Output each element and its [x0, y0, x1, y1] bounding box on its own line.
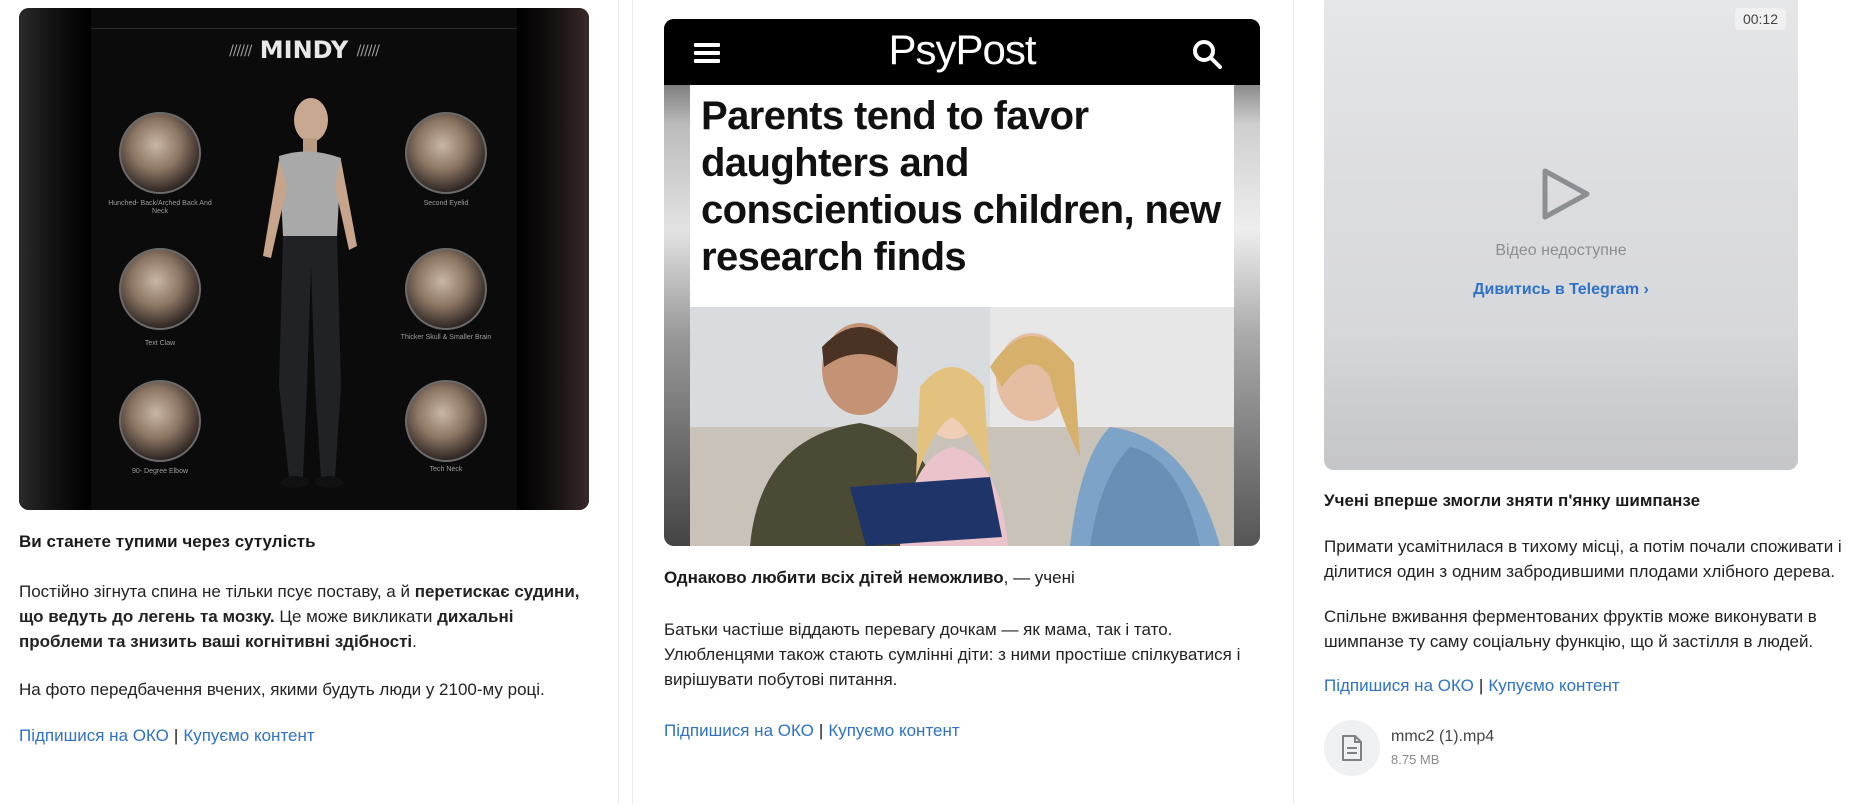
subscribe-link[interactable]: Підпишися на ОКО — [664, 721, 814, 740]
thicker-skull-thumbnail — [405, 248, 487, 330]
post-image-mindy[interactable]: ////// MINDY ////// Hunched- Back/Arched… — [19, 8, 589, 510]
column-divider-2 — [632, 0, 633, 804]
psypost-header: PsyPost — [664, 19, 1260, 85]
post-image-psypost[interactable]: PsyPost Parents tend to favor daughters … — [664, 19, 1260, 546]
link-separator: | — [173, 726, 179, 745]
family-illustration — [690, 307, 1234, 546]
file-size: 8.75 MB — [1391, 752, 1440, 767]
post-links: Підпишися на ОКО | Купуємо контент — [19, 726, 315, 746]
second-eyelid-label: Second Eyelid — [423, 200, 469, 207]
psypost-logo: PsyPost — [888, 26, 1036, 73]
search-icon — [1193, 40, 1222, 69]
play-icon[interactable] — [1537, 165, 1593, 223]
psypost-headline: Parents tend to favor daughters and cons… — [701, 94, 1221, 279]
link-separator: | — [818, 721, 824, 740]
post-paragraph: Примати усамітнилася в тихому місці, а п… — [1324, 537, 1842, 581]
hunched-back-label: Hunched- Back/Arched Back And Neck — [108, 200, 212, 215]
text-claw-thumbnail — [119, 248, 201, 330]
buy-content-link[interactable]: Купуємо контент — [1488, 676, 1619, 695]
post-links: Підпишися на ОКО | Купуємо контент — [1324, 676, 1620, 696]
mindy-brand: ////// MINDY ////// — [229, 36, 380, 64]
open-in-telegram-link[interactable]: Дивитись в Telegram › — [1324, 281, 1798, 299]
video-unavailable-text: Відео недоступне — [1495, 242, 1627, 259]
text-claw-label: Text Claw — [144, 340, 176, 347]
second-eyelid-thumbnail — [405, 112, 487, 194]
post-title: Однаково любити всіх дітей неможливо, — … — [664, 568, 1075, 587]
file-name[interactable]: mmc2 (1).mp4 — [1391, 728, 1494, 746]
buy-content-link[interactable]: Купуємо контент — [828, 721, 959, 740]
post-title: Учені вперше змогли зняти п'янку шимпанз… — [1324, 491, 1701, 510]
mindy-panel: ////// MINDY ////// Hunched- Back/Arched… — [91, 8, 517, 510]
psypost-article: Parents tend to favor daughters and cons… — [690, 85, 1234, 307]
file-attachment[interactable]: mmc2 (1).mp4 8.75 MB — [1324, 720, 1724, 780]
buy-content-link[interactable]: Купуємо контент — [183, 726, 314, 745]
file-icon[interactable] — [1324, 720, 1380, 776]
elbow-label: 90- Degree Elbow — [131, 468, 189, 475]
post-title: Ви станете тупими через сутулість — [19, 532, 316, 551]
column-divider-3 — [1293, 0, 1294, 804]
post-links: Підпишися на ОКО | Купуємо контент — [664, 721, 960, 741]
video-duration: 00:12 — [1734, 8, 1786, 30]
post-paragraph: Батьки частіше віддають перевагу дочкам … — [664, 620, 1241, 689]
elbow-thumbnail — [119, 380, 201, 462]
tech-neck-thumbnail — [405, 380, 487, 462]
thicker-skull-label: Thicker Skull & Smaller Brain — [400, 334, 492, 341]
subscribe-link[interactable]: Підпишися на ОКО — [1324, 676, 1474, 695]
link-separator: | — [1478, 676, 1484, 695]
column-divider-1 — [618, 0, 619, 804]
post-paragraph: Спільне вживання ферментованих фруктів м… — [1324, 607, 1817, 651]
mindy-figure — [263, 98, 357, 488]
tech-neck-label: Tech Neck — [429, 466, 463, 473]
post-paragraph: На фото передбачення вчених, якими будут… — [19, 680, 545, 699]
subscribe-link[interactable]: Підпишися на ОКО — [19, 726, 169, 745]
video-player[interactable]: 00:12 Відео недоступне Дивитись в Telegr… — [1324, 0, 1798, 470]
post-paragraph: Постійно зігнута спина не тільки псує по… — [19, 582, 580, 651]
hunched-back-thumbnail — [119, 112, 201, 194]
family-photo — [690, 307, 1234, 546]
